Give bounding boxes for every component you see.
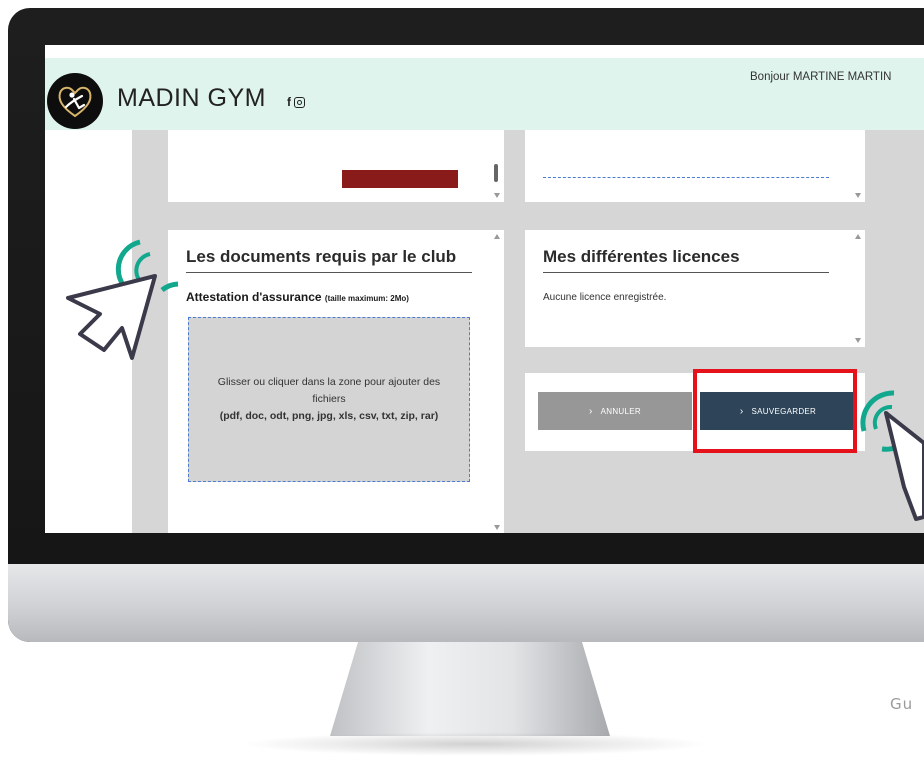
social-links: f: [287, 95, 305, 109]
main-content: Les documents requis par le club Attesta…: [132, 130, 924, 533]
title-underline: [543, 272, 829, 273]
chevron-right-icon: ›: [589, 405, 593, 417]
logo-gymnast[interactable]: [47, 73, 103, 129]
scroll-down-icon[interactable]: [494, 193, 500, 198]
instagram-icon[interactable]: [294, 96, 305, 108]
save-button-highlight: [693, 369, 857, 453]
user-greeting[interactable]: Bonjour MARTINE MARTIN: [750, 71, 891, 83]
monitor-chin: [8, 564, 924, 642]
cursor-arrow-icon: [884, 411, 924, 521]
brand-partial-text: Gu: [890, 695, 914, 713]
cancel-label: ANNULER: [600, 406, 641, 416]
documents-card-title: Les documents requis par le club: [186, 247, 457, 266]
licences-card-title: Mes différentes licences: [543, 247, 740, 266]
insurance-field-label: Attestation d'assurance (taille maximum:…: [186, 290, 409, 304]
stand-shadow: [240, 732, 710, 756]
file-dropzone[interactable]: Glisser ou cliquer dans la zone pour ajo…: [188, 317, 470, 482]
documents-card: Les documents requis par le club Attesta…: [168, 230, 504, 533]
site-header: MADIN GYM f Bonjour MARTINE MARTIN: [45, 58, 924, 130]
insurance-size-hint: (taille maximum: 2Mo): [324, 294, 409, 303]
scrollbar-thumb[interactable]: [494, 164, 498, 182]
title-underline: [186, 272, 472, 273]
card-top-right: [525, 130, 865, 202]
insurance-label-text: Attestation d'assurance: [186, 290, 322, 304]
no-licence-text: Aucune licence enregistrée.: [543, 292, 667, 303]
dashed-border: [543, 177, 829, 178]
cursor-overlay-right: [860, 390, 924, 521]
scroll-up-icon[interactable]: [855, 234, 861, 239]
facebook-icon[interactable]: f: [287, 95, 291, 109]
monitor-stand: [330, 642, 610, 736]
scroll-down-icon[interactable]: [855, 338, 861, 343]
scroll-up-icon[interactable]: [494, 234, 500, 239]
licences-card: Mes différentes licences Aucune licence …: [525, 230, 865, 347]
site-title[interactable]: MADIN GYM: [117, 84, 266, 113]
cursor-overlay-left: [66, 239, 179, 360]
dropzone-instruction: Glisser ou cliquer dans la zone pour ajo…: [217, 376, 441, 405]
scroll-down-icon[interactable]: [494, 525, 500, 530]
logo-heart-icon: [58, 86, 92, 118]
dropzone-formats: (pdf, doc, odt, png, jpg, xls, csv, txt,…: [219, 410, 439, 422]
dark-red-button[interactable]: [342, 170, 458, 188]
scroll-down-icon[interactable]: [855, 193, 861, 198]
cancel-button[interactable]: › ANNULER: [538, 392, 692, 430]
card-top-left: [168, 130, 504, 202]
cursor-arrow-icon: [66, 274, 157, 360]
